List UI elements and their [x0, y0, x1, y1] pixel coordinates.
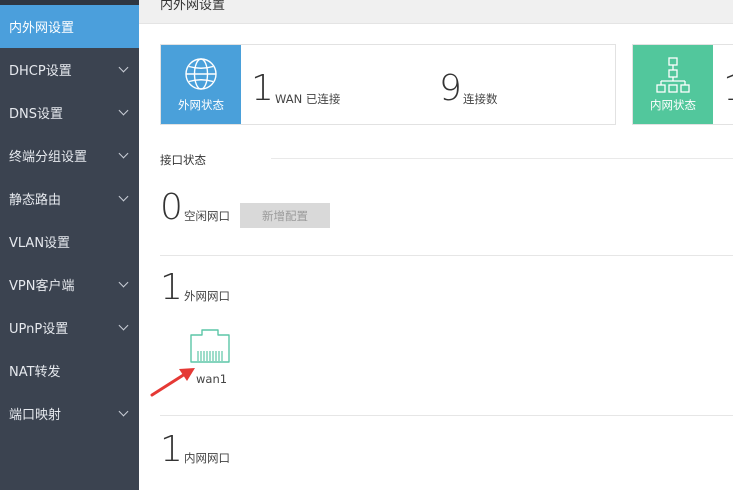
wan-status-icon-block: 外网状态	[161, 45, 241, 124]
main-content: 内外网设置 外网状态 1 WAN 已连接 9 连接数 内网状态 接口状态 0 空…	[139, 0, 733, 490]
lan-status-icon-block: 内网状态	[633, 45, 713, 124]
sidebar-item-dhcp[interactable]: DHCP设置	[0, 48, 139, 91]
sidebar-item-terminal-groups[interactable]: 终端分组设置	[0, 134, 139, 177]
sidebar-item-label: 端口映射	[9, 408, 62, 423]
sidebar-item-label: UPnP设置	[9, 322, 69, 337]
sidebar-item-static-routes[interactable]: 静态路由	[0, 177, 139, 220]
chevron-down-icon	[118, 105, 129, 116]
lan-port-label: 内网网口	[184, 451, 230, 465]
globe-icon	[185, 58, 217, 90]
section-divider	[160, 255, 733, 256]
chevron-down-icon	[118, 277, 129, 288]
wan-port-count: 1	[160, 267, 183, 308]
chevron-down-icon	[118, 62, 129, 73]
sidebar-item-nat[interactable]: NAT转发	[0, 349, 139, 392]
lan-port-count: 1	[160, 429, 183, 470]
wan-connected-count: 1	[251, 68, 274, 109]
ethernet-port-icon[interactable]	[189, 328, 231, 364]
sidebar-item-label: 静态路由	[9, 193, 62, 208]
sidebar-item-label: 终端分组设置	[9, 150, 88, 165]
sidebar-item-label: NAT转发	[9, 365, 61, 380]
chevron-down-icon	[118, 406, 129, 417]
sidebar-item-label: DNS设置	[9, 107, 63, 122]
wan-status-label: 外网状态	[178, 98, 224, 112]
interface-status-title: 接口状态	[160, 153, 206, 167]
wan-port-label: 外网网口	[184, 289, 230, 303]
connections-count: 9	[439, 68, 462, 109]
idle-port-label: 空闲网口	[184, 209, 230, 223]
chevron-down-icon	[118, 320, 129, 331]
lan-status-card[interactable]: 内网状态 1	[632, 44, 733, 125]
sidebar-item-upnp[interactable]: UPnP设置	[0, 306, 139, 349]
sidebar-item-lan-wan-settings[interactable]: 内外网设置	[0, 5, 139, 48]
lan-status-label: 内网状态	[650, 98, 696, 112]
page-header: 内外网设置	[139, 0, 733, 24]
red-arrow-annotation	[150, 368, 195, 397]
sidebar-item-port-mapping[interactable]: 端口映射	[0, 392, 139, 435]
sidebar-item-label: 内外网设置	[9, 21, 75, 36]
sidebar-item-vlan[interactable]: VLAN设置	[0, 220, 139, 263]
wan-port-name[interactable]: wan1	[196, 372, 227, 386]
sidebar-item-label: DHCP设置	[9, 64, 72, 79]
idle-port-count: 0	[160, 187, 183, 228]
sidebar-item-vpn-client[interactable]: VPN客户端	[0, 263, 139, 306]
connections-label: 连接数	[463, 92, 498, 106]
page-title: 内外网设置	[160, 0, 226, 13]
chevron-down-icon	[118, 191, 129, 202]
sidebar-item-label: VLAN设置	[9, 236, 71, 251]
sidebar: 内外网设置 DHCP设置 DNS设置 终端分组设置 静态路由 VLAN设置 VP…	[0, 0, 139, 490]
section-divider	[271, 158, 733, 159]
network-tree-icon	[656, 57, 690, 93]
sidebar-item-dns[interactable]: DNS设置	[0, 91, 139, 134]
lan-count: 1	[723, 71, 733, 107]
wan-connected-label: WAN 已连接	[275, 92, 341, 106]
add-config-button[interactable]: 新增配置	[240, 203, 330, 228]
wan-status-card[interactable]: 外网状态 1 WAN 已连接 9 连接数	[160, 44, 616, 125]
section-divider	[160, 415, 733, 416]
chevron-down-icon	[118, 148, 129, 159]
sidebar-item-label: VPN客户端	[9, 279, 75, 294]
